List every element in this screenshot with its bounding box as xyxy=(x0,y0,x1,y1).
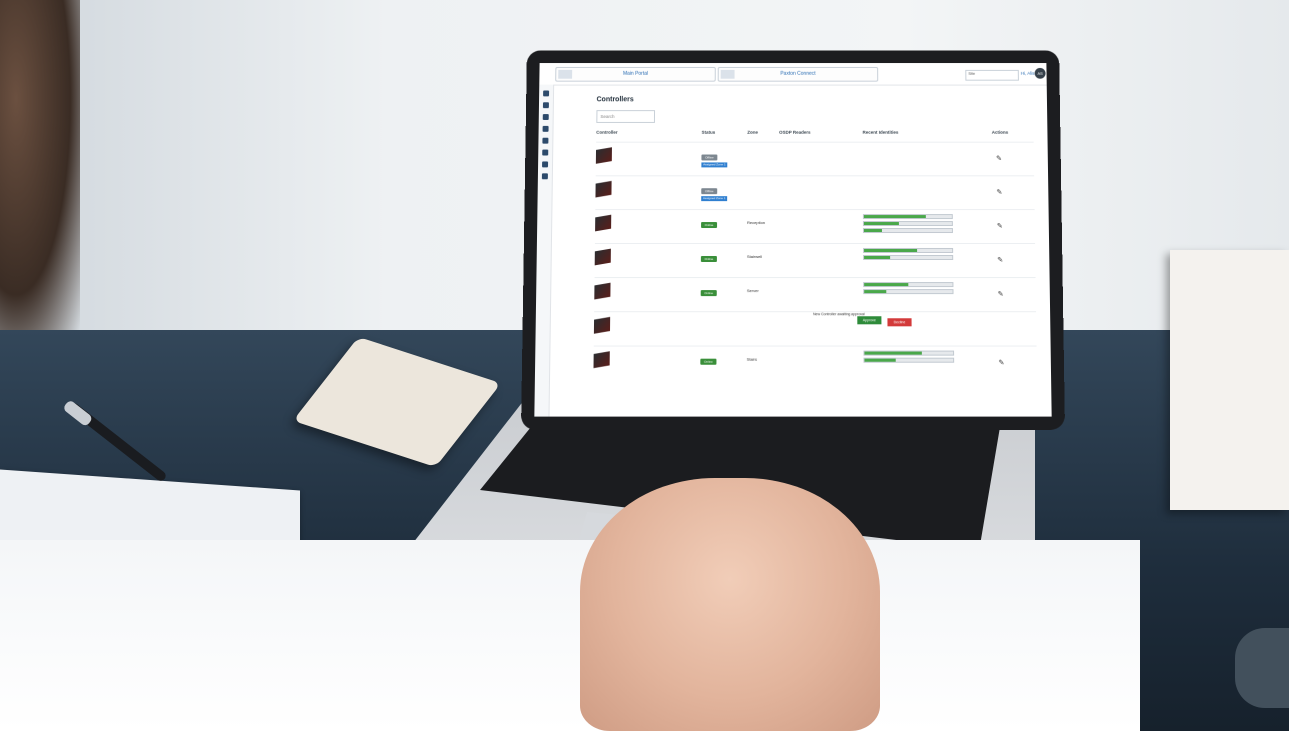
main-portal-tile[interactable]: Main Portal xyxy=(555,67,716,82)
col-osdp: OSDP Readers xyxy=(779,130,810,135)
person-shoulder xyxy=(0,0,80,330)
zone-label: Reception xyxy=(747,220,765,225)
controller-image xyxy=(595,249,611,266)
table-row[interactable]: Offline Assigned Zone 1 ✎ xyxy=(596,142,1034,175)
status-badge: Offline xyxy=(701,155,717,161)
zone-label: Stairs xyxy=(747,357,757,362)
controller-image xyxy=(593,351,609,368)
identity-bar xyxy=(863,214,953,219)
status-badge: Offline xyxy=(701,188,717,194)
status-badge: Online xyxy=(701,222,717,228)
search-input[interactable]: Search xyxy=(596,110,655,123)
identity-bar xyxy=(863,228,953,233)
identity-bar xyxy=(863,221,953,226)
status-badge: Online xyxy=(701,256,717,262)
controller-image xyxy=(596,147,612,164)
assigned-badge: Assigned Zone 1 xyxy=(701,162,727,167)
table-row[interactable]: Online Server ✎ xyxy=(594,277,1036,310)
identity-bar xyxy=(863,248,953,253)
laptop-screen: Main Portal Paxton Connect Site Hi, Alis… xyxy=(534,63,1051,417)
site-select[interactable]: Site xyxy=(965,70,1019,81)
controller-image xyxy=(595,215,611,232)
controller-image xyxy=(595,181,611,198)
connect-logo-icon xyxy=(721,70,735,79)
status-badge: Online xyxy=(700,359,716,365)
nav-groups-icon[interactable] xyxy=(543,126,549,132)
paper-foreground xyxy=(0,540,1140,731)
portal-logo-icon xyxy=(558,70,572,79)
decline-button[interactable]: Decline xyxy=(887,318,911,326)
edit-icon[interactable]: ✎ xyxy=(996,188,1002,196)
assigned-badge: Assigned Zone 1 xyxy=(701,196,727,201)
zone-label: Server xyxy=(747,288,759,293)
top-bar: Main Portal Paxton Connect Site Hi, Alis… xyxy=(539,63,1046,86)
side-nav xyxy=(534,85,554,417)
col-identities: Recent Identities xyxy=(863,130,899,135)
controller-image xyxy=(594,283,610,300)
col-status: Status xyxy=(702,130,716,135)
nav-doors-icon[interactable] xyxy=(543,114,549,120)
nav-events-icon[interactable] xyxy=(542,138,548,144)
status-badge: Online xyxy=(701,290,717,296)
mug xyxy=(1235,628,1289,708)
identity-bars xyxy=(863,282,953,306)
identity-bars xyxy=(863,214,953,238)
col-actions: Actions xyxy=(992,130,1008,135)
identity-bars xyxy=(863,248,953,272)
hand xyxy=(580,478,880,731)
main-portal-label: Main Portal xyxy=(623,71,648,77)
laptop-lid: Main Portal Paxton Connect Site Hi, Alis… xyxy=(521,50,1065,430)
identity-bar xyxy=(863,351,954,356)
notebook xyxy=(1170,250,1289,510)
table-row[interactable]: New Controller awaiting approval Approve… xyxy=(594,311,1037,344)
identity-bar xyxy=(863,255,953,260)
nav-home-icon[interactable] xyxy=(543,90,549,96)
table-row[interactable]: Online Stairwell ✎ xyxy=(595,243,1036,276)
nav-settings-icon[interactable] xyxy=(542,173,548,179)
controller-details xyxy=(618,147,619,162)
identity-bar xyxy=(863,358,954,363)
edit-icon[interactable]: ✎ xyxy=(998,359,1004,367)
zone-label: Stairwell xyxy=(747,254,762,259)
edit-icon[interactable]: ✎ xyxy=(998,290,1004,298)
identity-bars xyxy=(863,351,954,375)
edit-icon[interactable]: ✎ xyxy=(997,222,1003,230)
page-title: Controllers xyxy=(597,96,634,103)
table-row[interactable]: Online Stairs ✎ xyxy=(593,346,1037,379)
edit-icon[interactable]: ✎ xyxy=(997,256,1003,264)
col-zone: Zone xyxy=(747,130,758,135)
paxton-connect-tile[interactable]: Paxton Connect xyxy=(718,67,879,82)
table-row[interactable]: Online Reception ✎ xyxy=(595,209,1035,242)
approve-button[interactable]: Approve xyxy=(857,316,881,324)
paxton-connect-label: Paxton Connect xyxy=(780,71,815,77)
controller-image xyxy=(594,317,610,334)
edit-icon[interactable]: ✎ xyxy=(996,155,1002,163)
avatar[interactable]: AS xyxy=(1035,68,1046,79)
identity-bar xyxy=(863,289,953,294)
nav-reports-icon[interactable] xyxy=(542,150,548,156)
identity-bar xyxy=(863,282,953,287)
col-controller: Controller xyxy=(596,130,617,135)
table-row[interactable]: Offline Assigned Zone 1 ✎ xyxy=(595,175,1034,208)
nav-users-icon[interactable] xyxy=(543,102,549,108)
nav-controllers-icon[interactable] xyxy=(542,161,548,167)
